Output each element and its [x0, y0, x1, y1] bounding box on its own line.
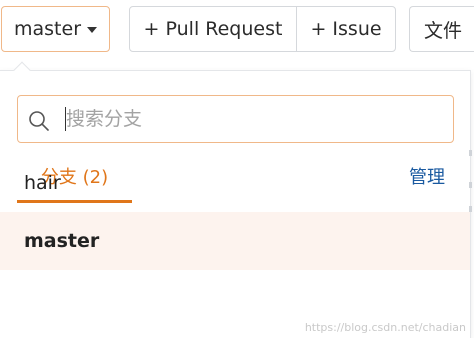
- branch-select-label: master: [14, 18, 82, 40]
- watermark: https://blog.csdn.net/chadian: [304, 321, 466, 334]
- file-button-label: 文件: [424, 19, 463, 42]
- new-issue-button[interactable]: + Issue: [297, 7, 395, 51]
- branch-name: master: [24, 230, 100, 252]
- new-pull-request-button[interactable]: + Pull Request: [130, 7, 297, 51]
- new-pull-request-label: + Pull Request: [143, 18, 283, 40]
- caret-down-icon: [87, 27, 98, 33]
- branch-search-box: [17, 95, 454, 143]
- dropdown-arrow: [13, 61, 31, 79]
- branch-select-button[interactable]: master: [1, 6, 110, 52]
- scrollbar-tick: [469, 206, 472, 212]
- branch-name: hair: [24, 172, 61, 194]
- search-icon: [29, 111, 49, 131]
- branch-list: hair master: [0, 154, 470, 270]
- scrollbar-tick: [469, 150, 472, 156]
- file-button[interactable]: 文件: [409, 6, 474, 52]
- branch-item-hair[interactable]: hair: [0, 154, 470, 212]
- branch-search-input[interactable]: [66, 102, 436, 136]
- new-issue-label: + Issue: [310, 18, 382, 40]
- toolbar: master + Pull Request + Issue 文件: [0, 0, 474, 62]
- new-button-group: + Pull Request + Issue: [129, 6, 396, 52]
- scrollbar-tick: [469, 182, 472, 188]
- branch-item-master[interactable]: master: [0, 212, 470, 270]
